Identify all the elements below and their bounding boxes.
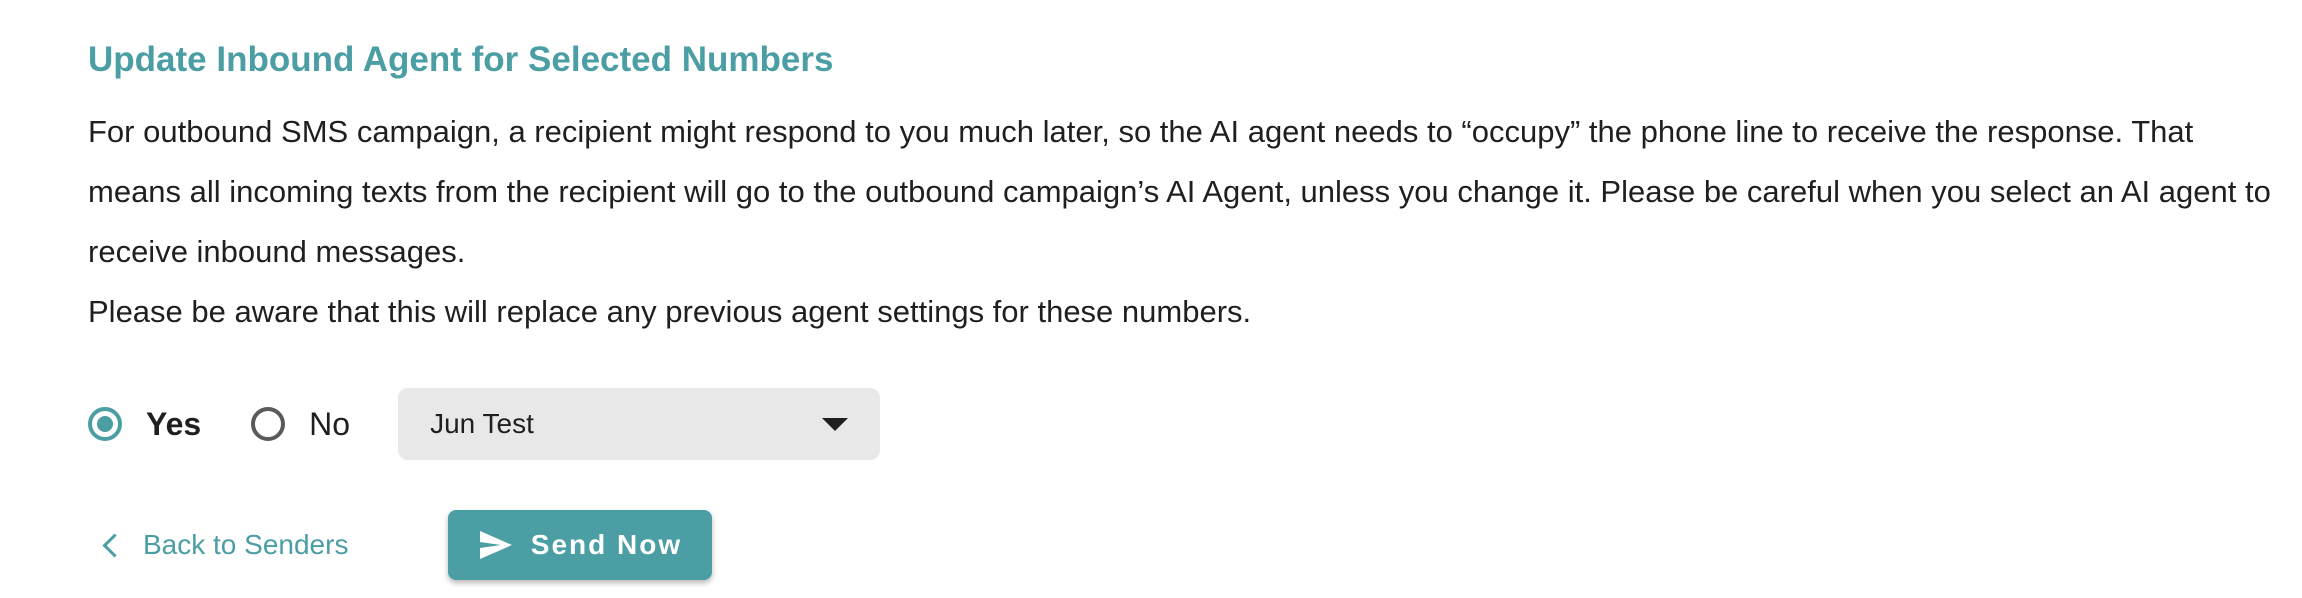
radio-yes-label: Yes bbox=[146, 405, 202, 442]
back-to-senders-link[interactable]: Back to Senders bbox=[102, 529, 348, 561]
actions-row: Back to Senders Send Now bbox=[88, 510, 713, 580]
back-to-senders-label: Back to Senders bbox=[143, 529, 349, 560]
chevron-left-icon bbox=[102, 532, 127, 558]
description-text: For outbound SMS campaign, a recipient m… bbox=[88, 114, 2271, 269]
radio-unchecked-icon[interactable] bbox=[251, 407, 286, 441]
update-inbound-agent-panel: Update Inbound Agent for Selected Number… bbox=[88, 36, 2278, 580]
send-now-button[interactable]: Send Now bbox=[448, 510, 713, 580]
agent-select-value: Jun Test bbox=[430, 408, 534, 439]
send-now-label: Send Now bbox=[530, 529, 683, 560]
radio-checked-icon[interactable] bbox=[88, 407, 122, 441]
radio-yes[interactable]: Yes bbox=[88, 406, 201, 443]
radio-dot bbox=[97, 416, 113, 432]
agent-select[interactable]: Jun Test bbox=[398, 388, 881, 460]
radio-no-label: No bbox=[309, 405, 351, 442]
warning-text: Please be aware that this will replace a… bbox=[88, 294, 1252, 329]
send-icon bbox=[479, 530, 513, 560]
agent-options-row: Yes No Jun Test bbox=[88, 388, 881, 460]
section-title: Update Inbound Agent for Selected Number… bbox=[88, 40, 834, 79]
radio-no[interactable]: No bbox=[251, 406, 350, 443]
caret-down-icon[interactable] bbox=[822, 417, 849, 431]
